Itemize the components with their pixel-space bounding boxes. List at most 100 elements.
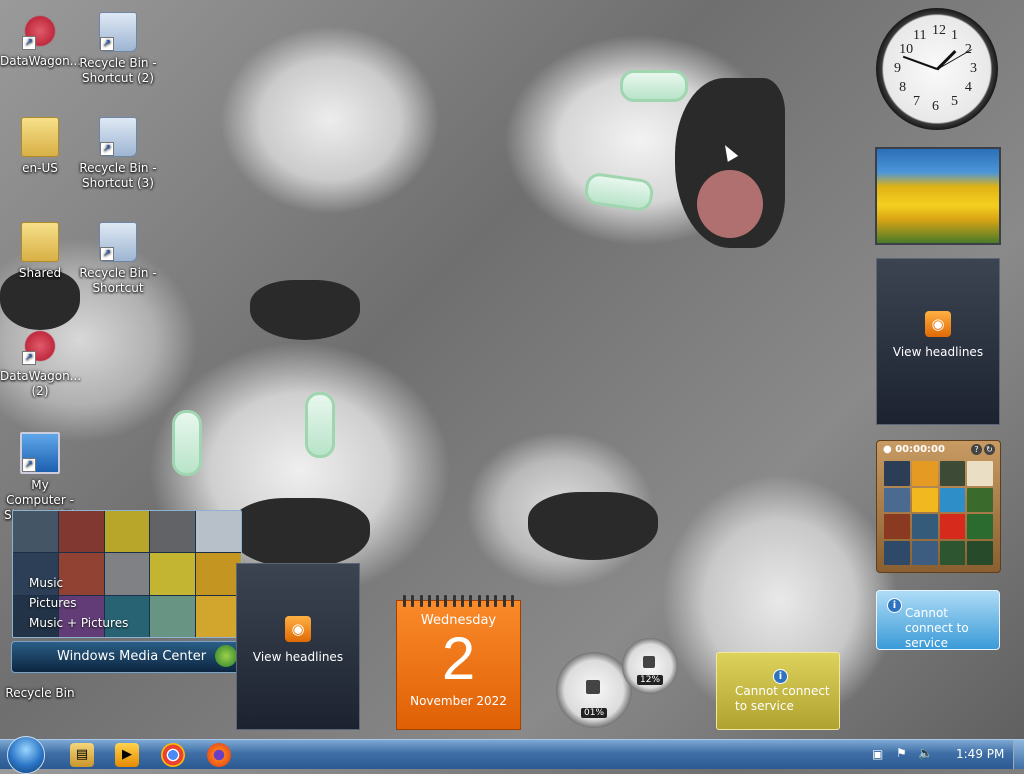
media-menu-music-pictures[interactable]: Music + Pictures bbox=[29, 613, 128, 633]
slideshow-gadget[interactable] bbox=[875, 147, 1001, 245]
system-tray: ▣ ⚑ 🔈 1:49 PM bbox=[864, 740, 1024, 769]
folder-icon bbox=[21, 117, 59, 157]
weather-status: Cannot connect to service bbox=[905, 606, 969, 650]
puzzle-tile[interactable] bbox=[911, 461, 938, 486]
puzzle-tile[interactable] bbox=[967, 461, 993, 486]
wallpaper-detail bbox=[675, 78, 785, 248]
rss-icon: ◉ bbox=[237, 616, 359, 642]
cpu-usage: 01% bbox=[580, 708, 608, 718]
weather-status-2: Cannot connect to service bbox=[735, 684, 830, 713]
media-menu: Music Pictures Music + Pictures bbox=[29, 573, 128, 633]
puzzle-tile[interactable] bbox=[911, 514, 938, 539]
wallpaper-detail bbox=[583, 171, 655, 213]
puzzle-tile[interactable] bbox=[967, 514, 993, 539]
windows-logo-icon bbox=[215, 645, 237, 667]
clock-number: 7 bbox=[913, 93, 920, 109]
clock-number: 3 bbox=[970, 61, 977, 76]
puzzle-tile[interactable] bbox=[911, 540, 938, 565]
picture-puzzle-gadget[interactable]: ● 00:00:00 ? ↻ bbox=[876, 440, 1001, 573]
desktop-icon-recycle-bin[interactable]: Recycle Bin bbox=[0, 686, 80, 701]
puzzle-timer: ● 00:00:00 bbox=[883, 444, 945, 455]
media-center-launcher[interactable]: Windows Media Center bbox=[11, 641, 243, 673]
desktop-icon-recycle-bin-shortcut-3[interactable]: ↗ Recycle Bin - Shortcut (3) bbox=[78, 111, 158, 191]
memory-meter-gadget[interactable]: 12% bbox=[622, 638, 678, 694]
media-menu-pictures[interactable]: Pictures bbox=[29, 593, 128, 613]
wallpaper-detail bbox=[230, 498, 370, 568]
info-icon: i bbox=[773, 669, 788, 684]
firefox-icon[interactable] bbox=[207, 743, 231, 767]
action-center-flag-icon[interactable]: ⚑ bbox=[896, 746, 907, 760]
puzzle-tile[interactable] bbox=[939, 461, 966, 486]
cpu-meter-gadget[interactable]: 01% bbox=[556, 652, 632, 728]
puzzle-tile[interactable] bbox=[939, 540, 966, 565]
network-icon[interactable]: ▣ bbox=[872, 747, 883, 761]
media-center-gadget[interactable]: Music Pictures Music + Pictures bbox=[12, 510, 242, 638]
desktop-icon-my-computer-shortcut-2[interactable]: ↗ My Computer - Shortcut (2) bbox=[0, 426, 80, 523]
info-icon: i bbox=[887, 598, 902, 613]
folder-icon bbox=[21, 222, 59, 262]
feed-headlines-gadget[interactable]: ◉ View headlines bbox=[876, 258, 1000, 425]
clock-number: 10 bbox=[899, 42, 914, 57]
explorer-icon[interactable]: ▤ bbox=[70, 743, 94, 767]
weather-gadget[interactable]: i Cannot connect to service bbox=[876, 590, 1000, 650]
weather-gadget-2[interactable]: i Cannot connect to service bbox=[716, 652, 840, 730]
desktop-icon-datawagon-2[interactable]: ↗ DataWagon... (2) bbox=[0, 321, 81, 399]
clock-number: 6 bbox=[932, 99, 939, 114]
memory-icon bbox=[643, 656, 655, 668]
chrome-icon[interactable] bbox=[161, 743, 185, 767]
wallpaper-detail bbox=[172, 410, 202, 476]
media-menu-music[interactable]: Music bbox=[29, 573, 128, 593]
puzzle-tile[interactable] bbox=[884, 540, 910, 565]
rss-icon: ◉ bbox=[877, 311, 999, 337]
help-icon[interactable]: ? bbox=[971, 444, 982, 455]
clock-number: 8 bbox=[899, 80, 907, 95]
media-player-icon[interactable]: ▶ bbox=[115, 743, 139, 767]
puzzle-tile[interactable] bbox=[911, 487, 938, 512]
computer-icon: ↗ bbox=[20, 432, 60, 474]
recycle-bin-icon: ↗ bbox=[99, 12, 137, 52]
clock-number: 11 bbox=[913, 28, 927, 44]
memory-usage: 12% bbox=[636, 675, 664, 685]
shuffle-icon[interactable]: ↻ bbox=[984, 444, 995, 455]
puzzle-tile[interactable] bbox=[884, 514, 910, 539]
desktop-icon-recycle-bin-shortcut-2[interactable]: ↗ Recycle Bin - Shortcut (2) bbox=[78, 6, 158, 86]
puzzle-tile[interactable] bbox=[884, 487, 910, 512]
calendar-gadget[interactable]: Wednesday 2 November 2022 bbox=[396, 595, 521, 730]
puzzle-tile[interactable] bbox=[939, 514, 966, 539]
desktop-icon-recycle-bin-shortcut[interactable]: ↗ Recycle Bin - Shortcut bbox=[78, 216, 158, 296]
puzzle-tiles[interactable] bbox=[884, 461, 993, 565]
view-headlines-link[interactable]: View headlines bbox=[877, 345, 999, 359]
wallpaper-detail bbox=[620, 70, 688, 102]
desktop-icon-shared[interactable]: Shared bbox=[0, 216, 80, 281]
minute-hand bbox=[902, 55, 938, 70]
puzzle-tile[interactable] bbox=[939, 487, 966, 512]
timer-icon: ● bbox=[883, 444, 892, 455]
datawagon-icon: ↗ bbox=[22, 12, 58, 50]
wallpaper-detail bbox=[528, 492, 658, 560]
recycle-bin-icon: ↗ bbox=[99, 117, 137, 157]
calendar-month-year: November 2022 bbox=[410, 694, 507, 708]
start-button[interactable] bbox=[7, 736, 45, 774]
calendar-day: 2 bbox=[441, 625, 476, 692]
puzzle-tile[interactable] bbox=[967, 540, 993, 565]
clock-number: 9 bbox=[894, 61, 901, 76]
clock-number: 1 bbox=[951, 28, 958, 44]
desktop-icon-en-us[interactable]: en-US bbox=[0, 111, 80, 176]
clock-number: 4 bbox=[964, 80, 972, 95]
clock-time[interactable]: 1:49 PM bbox=[956, 747, 1004, 761]
cpu-icon bbox=[586, 680, 600, 694]
view-headlines-link-2[interactable]: View headlines bbox=[237, 650, 359, 664]
clock-gadget[interactable]: 121234567891011 bbox=[876, 8, 998, 130]
puzzle-tile[interactable] bbox=[967, 487, 993, 512]
datawagon-icon: ↗ bbox=[22, 327, 58, 365]
feed-headlines-gadget-2[interactable]: ◉ View headlines bbox=[236, 563, 360, 730]
clock-number: 5 bbox=[951, 93, 958, 109]
puzzle-tile[interactable] bbox=[884, 461, 910, 486]
taskbar: ▤ ▶ ▣ ⚑ 🔈 1:49 PM bbox=[0, 736, 1024, 774]
desktop-icon-datawagon[interactable]: ↗ DataWagon... bbox=[0, 6, 81, 69]
show-desktop-button[interactable] bbox=[1013, 740, 1024, 769]
wallpaper-detail bbox=[250, 280, 360, 340]
clock-number: 12 bbox=[932, 23, 946, 38]
wallpaper-detail bbox=[305, 392, 335, 458]
volume-icon[interactable]: 🔈 bbox=[918, 746, 933, 760]
